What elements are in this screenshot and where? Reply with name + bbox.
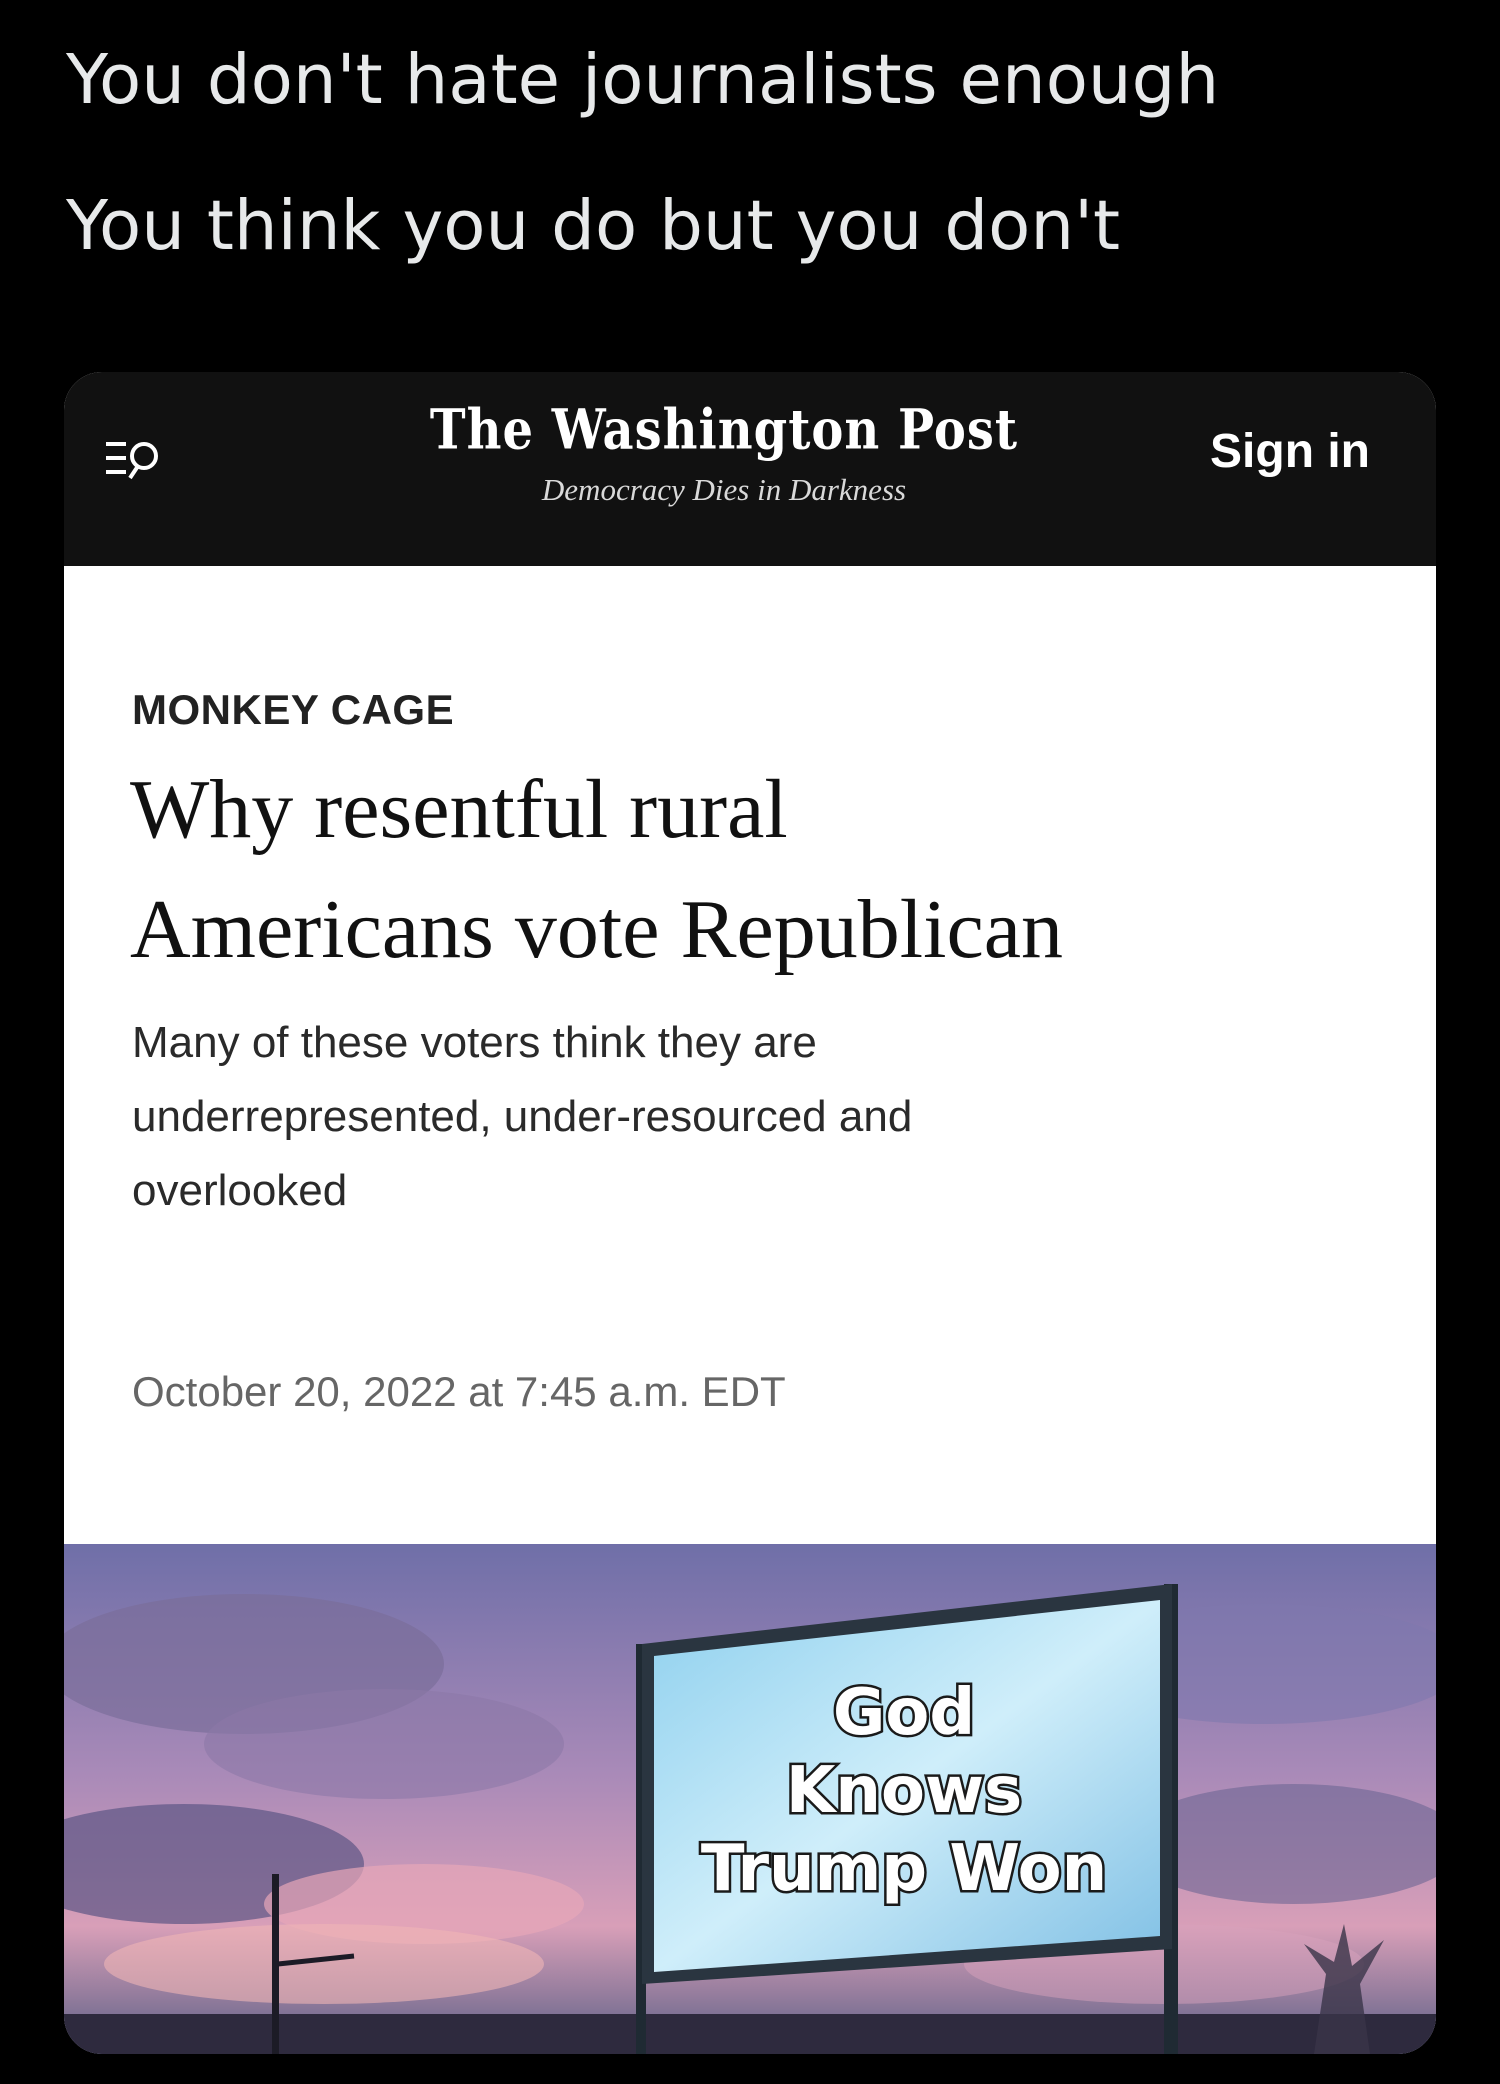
tweet-text-line-2: You think you do but you don't (66, 186, 1121, 266)
dek-line-1: Many of these voters think they are (132, 1018, 817, 1067)
article-dek: Many of these voters think they are unde… (132, 1006, 1332, 1228)
site-tagline: Democracy Dies in Darkness (541, 472, 907, 507)
sign-in-link[interactable]: Sign in (1210, 424, 1370, 479)
article-screenshot-card: The Washington Post Democracy Dies in Da… (64, 372, 1436, 2054)
site-logo[interactable]: The Washington Post (430, 398, 1018, 462)
article-headline: Why resentful rural Americans vote Repub… (130, 750, 1390, 990)
billboard-line-2: Knows (786, 1754, 1022, 1828)
article-header: MONKEY CAGE Why resentful rural American… (64, 566, 1436, 1566)
tweet-text-line-1: You don't hate journalists enough (66, 40, 1220, 120)
billboard-line-1: God (833, 1676, 975, 1750)
billboard-line-3: Trump Won (701, 1832, 1107, 1906)
dek-line-3: overlooked (132, 1166, 348, 1215)
article-dateline: October 20, 2022 at 7:45 a.m. EDT (132, 1368, 786, 1415)
headline-line-1: Why resentful rural (130, 763, 788, 856)
section-kicker[interactable]: MONKEY CAGE (132, 686, 454, 734)
headline-line-2: Americans vote Republican (130, 883, 1064, 976)
masthead[interactable]: The Washington Post Democracy Dies in Da… (424, 398, 1024, 508)
dek-line-2: underrepresented, under-resourced and (132, 1092, 913, 1141)
menu-search-icon[interactable] (104, 436, 174, 486)
article-lead-photo: God Knows Trump Won (64, 1544, 1436, 2054)
site-header: The Washington Post Democracy Dies in Da… (64, 372, 1436, 566)
